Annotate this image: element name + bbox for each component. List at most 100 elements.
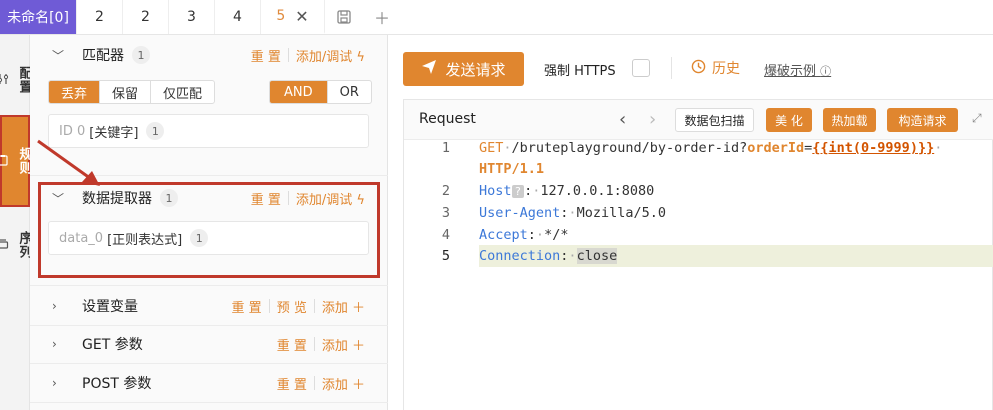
divider: [313, 337, 315, 351]
option-and[interactable]: AND: [270, 81, 328, 103]
divider: [287, 48, 289, 62]
plus-icon: ＋: [351, 338, 365, 354]
set-variables-reset-button[interactable]: 重 置: [232, 297, 262, 316]
tab-bar: 未命名[0] 2 2 3 4 5 ✕ ＋: [0, 0, 993, 35]
chevron-left-icon[interactable]: ‹: [619, 109, 626, 130]
vertical-sidebar: 配置 规则 序列: [0, 35, 32, 410]
tab-label: 2: [95, 9, 104, 25]
tab-unnamed[interactable]: 未命名[0]: [0, 0, 77, 34]
add-debug-label: 添加/调试: [295, 49, 353, 65]
header-value: 127.0.0.1:8080: [540, 183, 655, 199]
beautify-button[interactable]: 美 化: [766, 108, 812, 132]
header-key: Host: [479, 183, 512, 199]
editor-title: Request: [419, 111, 476, 127]
tab-label: 3: [187, 9, 196, 25]
header-key: User-Agent: [479, 205, 561, 221]
get-params-reset-button[interactable]: 重 置: [277, 335, 307, 354]
help-icon[interactable]: ?: [511, 185, 525, 198]
sidebar-item-rules[interactable]: 规则: [0, 115, 32, 207]
matcher-reset-button[interactable]: 重 置: [251, 46, 281, 65]
sidebar-item-config[interactable]: 配置: [0, 45, 32, 115]
clock-icon: [691, 59, 706, 78]
divider: [30, 402, 388, 403]
request-path: /bruteplayground/by-order-id?: [511, 140, 748, 156]
tab-label: 4: [233, 9, 242, 25]
tab-2a[interactable]: 2: [77, 0, 123, 34]
header-value: Mozilla/5.0: [576, 205, 666, 221]
line-number: 1: [441, 140, 450, 156]
header-value: */*: [544, 227, 569, 243]
plus-icon: ＋: [351, 300, 365, 316]
option-keep[interactable]: 保留: [100, 81, 152, 103]
burst-example-link[interactable]: 爆破示例 ⓘ: [764, 60, 831, 79]
plus-icon: ＋: [351, 377, 365, 393]
annotation-arrow-icon: [37, 139, 100, 186]
get-params-add-button[interactable]: 添加 ＋: [322, 335, 365, 354]
code-line: Connection:·close: [479, 248, 618, 264]
divider: [313, 299, 315, 313]
option-match-only[interactable]: 仅匹配: [151, 81, 214, 103]
layers-icon: [0, 238, 9, 253]
request-area: 发送请求 强制 HTTPS 历史 爆破示例 ⓘ Request ‹ › 数据包扫…: [388, 35, 993, 410]
get-params-actions: 重 置 添加 ＋: [277, 326, 365, 362]
matcher-actions: 重 置 添加/调试 ϟ: [251, 37, 365, 73]
add-tab-icon[interactable]: ＋: [363, 0, 401, 34]
chevron-right-icon[interactable]: ›: [649, 109, 656, 130]
divider: [671, 57, 672, 79]
tab-label: 2: [141, 9, 150, 25]
divider: [268, 299, 270, 313]
tab-4[interactable]: 4: [215, 0, 261, 34]
burst-example-label: 爆破示例: [764, 64, 817, 79]
send-request-button[interactable]: 发送请求: [403, 52, 524, 86]
code-line: Host?:·127.0.0.1:8080: [479, 183, 655, 199]
option-discard[interactable]: 丢弃: [49, 81, 101, 103]
divider: [313, 376, 315, 390]
code-line: Accept:·*/*: [479, 227, 569, 243]
line-number: 5: [441, 248, 450, 264]
hotload-button[interactable]: 热加载: [823, 108, 876, 132]
clipboard-icon: [0, 154, 9, 169]
annotation-highlight-box: [38, 182, 380, 278]
matcher-count-badge: 1: [132, 46, 150, 64]
fuzz-tag: {{int(0-9999)}}: [812, 140, 935, 156]
matcher-add-debug-button[interactable]: 添加/调试 ϟ: [296, 46, 365, 65]
packet-scan-button[interactable]: 数据包扫描: [675, 108, 754, 132]
tab-3[interactable]: 3: [169, 0, 215, 34]
line-number: 4: [441, 227, 450, 243]
close-icon[interactable]: ✕: [295, 7, 308, 26]
matcher-action-segment: 丢弃 保留 仅匹配: [48, 80, 216, 104]
section-title: POST 参数: [82, 376, 152, 392]
build-request-button[interactable]: 构造请求: [887, 108, 958, 132]
force-https-checkbox[interactable]: [632, 59, 650, 77]
option-or[interactable]: OR: [328, 81, 371, 103]
set-variables-add-button[interactable]: 添加 ＋: [322, 297, 365, 316]
post-params-reset-button[interactable]: 重 置: [277, 374, 307, 393]
header-value: close: [576, 248, 618, 264]
sidebar-item-sequence[interactable]: 序列: [0, 210, 32, 280]
code-line: GET·/bruteplayground/by-order-id?orderId…: [479, 140, 943, 156]
add-label: 添加: [321, 338, 348, 354]
history-button[interactable]: 历史: [691, 58, 740, 78]
tab-5[interactable]: 5 ✕: [261, 0, 325, 34]
tab-label: 5: [276, 8, 286, 24]
header-key: Connection: [479, 248, 561, 264]
add-label: 添加: [321, 300, 348, 316]
section-title: GET 参数: [82, 337, 143, 353]
divider: [30, 363, 388, 364]
post-params-actions: 重 置 添加 ＋: [277, 365, 365, 401]
code-line: User-Agent:·Mozilla/5.0: [479, 205, 666, 221]
tab-unnamed-label: 未命名[0]: [7, 10, 69, 26]
chevron-right-icon: ›: [52, 337, 57, 351]
query-key: orderId: [747, 140, 805, 156]
post-params-add-button[interactable]: 添加 ＋: [322, 374, 365, 393]
line-number: 2: [441, 183, 450, 199]
set-variables-preview-button[interactable]: 预 览: [277, 297, 307, 316]
matcher-logic-segment: AND OR: [269, 80, 372, 104]
header-key: Accept: [479, 227, 528, 243]
help-icon: ⓘ: [820, 65, 832, 78]
tab-2b[interactable]: 2: [123, 0, 169, 34]
line-number: 3: [441, 205, 450, 221]
expand-icon[interactable]: ⤢: [972, 111, 982, 126]
history-label: 历史: [712, 61, 740, 77]
save-icon[interactable]: [325, 0, 363, 34]
